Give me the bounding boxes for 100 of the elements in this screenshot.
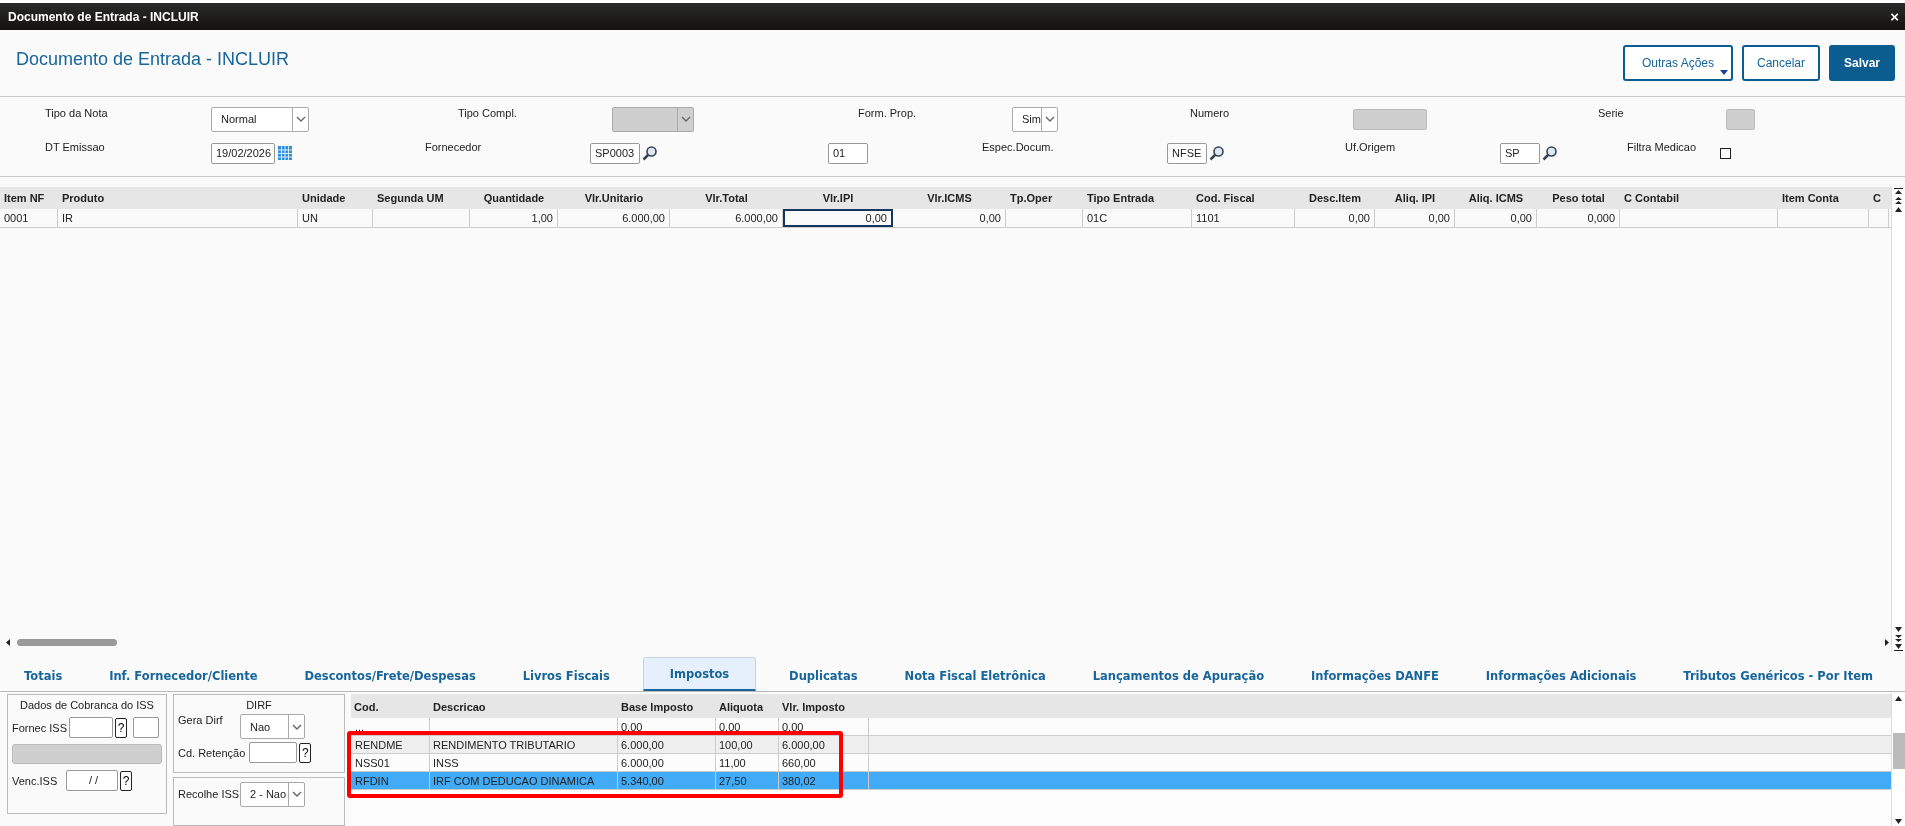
scrollbar-thumb[interactable]: [1892, 733, 1905, 769]
scroll-down-icon[interactable]: [1894, 817, 1903, 826]
tab[interactable]: Livros Fiscais: [508, 661, 624, 691]
input-field[interactable]: [69, 717, 114, 738]
search-icon[interactable]: [1542, 145, 1558, 161]
table-row[interactable]: RFDIN IRF COM DEDUCAO DINAMICA 5.340,00 27,50 380,02: [351, 772, 1891, 790]
cancel-button[interactable]: Cancelar: [1742, 45, 1820, 81]
table-cell: 01C: [1083, 209, 1192, 227]
field-label: Form. Prop.: [858, 107, 917, 119]
date-field[interactable]: / /: [66, 770, 118, 791]
scroll-down-icon[interactable]: [1894, 625, 1903, 634]
table-row[interactable]: NSS01 INSS 6.000,00 11,00 660,00: [351, 754, 1891, 772]
table-cell: 11,00: [716, 754, 779, 771]
select-field[interactable]: 2 - Nao: [240, 781, 305, 807]
menu-button[interactable]: Outras Ações: [1623, 45, 1733, 81]
scroll-up-icon[interactable]: [1894, 205, 1903, 214]
window-title: Documento de Entrada - INCLUIR: [8, 9, 199, 24]
help-button[interactable]: ?: [120, 770, 132, 791]
table-row[interactable]: ... 0,00 0,00 0,00: [351, 718, 1891, 736]
column-header[interactable]: Descricao: [430, 694, 618, 718]
column-header[interactable]: Vlr.Total: [670, 187, 783, 209]
column-header[interactable]: C: [1869, 187, 1889, 209]
vertical-scrollbar[interactable]: [1891, 694, 1905, 826]
column-header[interactable]: Unidade: [298, 187, 373, 209]
tab[interactable]: Tributos Genéricos - Por Item: [1669, 661, 1887, 691]
tab[interactable]: Lançamentos de Apuração: [1078, 661, 1279, 691]
field-label: Recolhe ISS: [178, 788, 238, 801]
chevron-down-icon: [680, 116, 691, 122]
input-field[interactable]: NFSE: [1167, 142, 1207, 164]
calendar-icon[interactable]: [277, 145, 293, 161]
column-header[interactable]: Cod. Fiscal: [1192, 187, 1295, 209]
scroll-bottom-icon[interactable]: [1894, 643, 1903, 652]
column-header[interactable]: Peso total: [1537, 187, 1620, 209]
chevron-down-icon: [291, 791, 302, 798]
field-label: Cd. Retenção: [178, 746, 246, 759]
column-header[interactable]: Aliq. ICMS: [1455, 187, 1537, 209]
column-header[interactable]: Vlr. Imposto: [779, 694, 869, 718]
search-icon[interactable]: [1209, 145, 1225, 161]
tab[interactable]: Informações DANFE: [1297, 661, 1453, 691]
tab[interactable]: Inf. Fornecedor/Cliente: [95, 661, 272, 691]
save-button[interactable]: Salvar: [1829, 45, 1895, 81]
vertical-scrollbar[interactable]: [1891, 187, 1905, 652]
column-header[interactable]: Quantidade: [470, 187, 558, 209]
column-header[interactable]: Tp.Oper: [1006, 187, 1083, 209]
column-header[interactable]: Base Imposto: [618, 694, 716, 718]
column-header[interactable]: Aliq. IPI: [1375, 187, 1455, 209]
column-header[interactable]: Cod.: [351, 694, 430, 718]
tab[interactable]: Informações Adicionais: [1471, 661, 1651, 691]
checkbox[interactable]: [1720, 147, 1731, 159]
input-field[interactable]: SP0003: [590, 142, 640, 164]
chevron-down-icon: [295, 116, 306, 122]
page-down-icon[interactable]: [1894, 634, 1903, 643]
field-label: DT Emissao: [45, 141, 105, 153]
column-header[interactable]: Aliquota: [716, 694, 779, 718]
help-button[interactable]: ?: [299, 742, 312, 763]
column-header[interactable]: Vlr.ICMS: [893, 187, 1006, 209]
column-header[interactable]: Item Conta: [1778, 187, 1869, 209]
page-up-icon[interactable]: [1894, 196, 1903, 205]
table-cell: 0,00: [618, 718, 716, 735]
table-cell: 27,50: [716, 772, 779, 789]
search-icon[interactable]: [642, 145, 658, 161]
column-header[interactable]: Segunda UM: [373, 187, 470, 209]
tab[interactable]: Nota Fiscal Eletrônica: [890, 661, 1060, 691]
column-header[interactable]: C Contabil: [1620, 187, 1778, 209]
input-field[interactable]: [133, 717, 160, 738]
tab[interactable]: Totais: [10, 661, 77, 691]
help-button[interactable]: ?: [115, 717, 128, 738]
table-cell: 0,00: [779, 718, 869, 735]
tab[interactable]: Impostos: [642, 657, 757, 691]
column-header[interactable]: Tipo Entrada: [1083, 187, 1192, 209]
close-button[interactable]: ×: [1890, 8, 1899, 25]
table-cell: 660,00: [779, 754, 869, 771]
scroll-top-icon[interactable]: [1894, 187, 1903, 196]
field-label: Venc.ISS: [12, 774, 59, 787]
panel-title: DIRF: [245, 699, 273, 711]
select-field[interactable]: Normal: [211, 106, 309, 132]
table-cell: IR: [58, 209, 298, 227]
column-header[interactable]: Produto: [58, 187, 298, 209]
select-field[interactable]: Nao: [240, 714, 305, 739]
column-header[interactable]: Item NF: [0, 187, 58, 209]
table-row[interactable]: RENDME RENDIMENTO TRIBUTARIO 6.000,00 100,00 6.000,00: [351, 736, 1891, 754]
field-label: Gera Dirf: [178, 714, 224, 726]
scroll-up-icon[interactable]: [1894, 694, 1903, 703]
tab[interactable]: Descontos/Frete/Despesas: [290, 661, 490, 691]
table-cell: 5.340,00: [618, 772, 716, 789]
column-header[interactable]: Desc.Item: [1295, 187, 1375, 209]
scrollbar-thumb[interactable]: [17, 638, 117, 646]
table-cell: NSS01: [351, 754, 430, 771]
column-header[interactable]: Vlr.Unitario: [558, 187, 670, 209]
select-field[interactable]: Sim: [1012, 106, 1058, 132]
table-cell: 0,00: [1295, 209, 1375, 227]
input-field[interactable]: 01: [828, 142, 868, 164]
tab[interactable]: Duplicatas: [775, 661, 872, 691]
column-header[interactable]: Vlr.IPI: [783, 187, 893, 209]
date-field[interactable]: 19/02/2026: [211, 142, 275, 164]
input-field[interactable]: [249, 742, 298, 763]
table-cell: 0,00: [716, 718, 779, 735]
input-field[interactable]: SP: [1500, 142, 1540, 164]
table-cell: 100,00: [716, 736, 779, 753]
scroll-left-icon[interactable]: [4, 637, 13, 647]
